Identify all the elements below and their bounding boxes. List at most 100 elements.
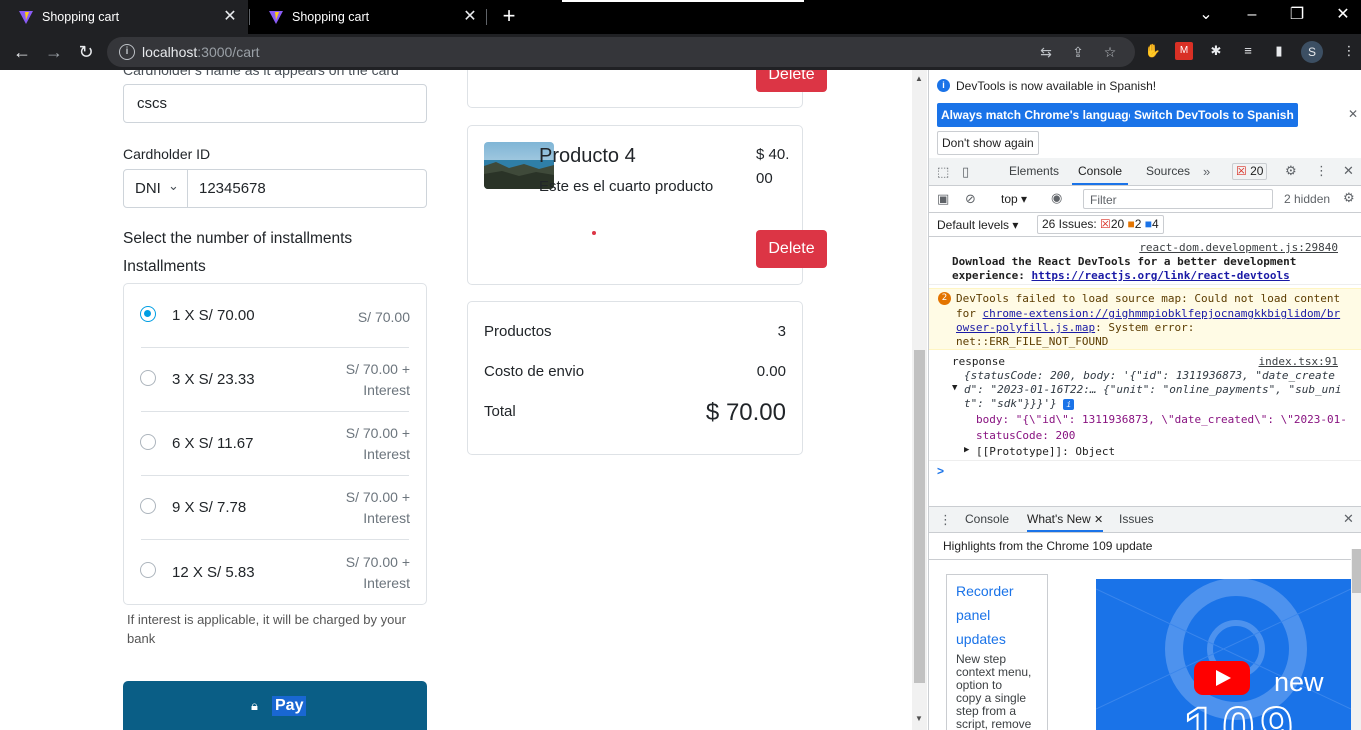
installment-price: S/ 70.00 + Interest [345,554,410,591]
minimize-icon[interactable]: – [1242,5,1262,25]
pay-button[interactable]: 🔒︎ Pay [123,681,427,730]
close-tab-icon[interactable]: ✕ [462,9,478,25]
hidden-count: 2 hidden [1284,192,1331,206]
vite-logo-icon [269,11,283,24]
source-link[interactable]: index.tsx:91 [1259,355,1338,368]
expand-triangle-icon[interactable]: ▶ [964,445,969,455]
radio-button[interactable] [140,370,156,386]
filter-placeholder: Filter [1090,193,1117,207]
extension-m-icon[interactable]: M [1175,42,1193,60]
close-window-icon[interactable]: ✕ [1333,5,1353,25]
bookmark-star-icon[interactable]: ☆ [1102,44,1118,60]
console-filter-input[interactable]: Filter [1083,189,1273,209]
installment-option-9[interactable]: 9 X S/ 7.78 S/ 70.00 + Interest [124,476,426,540]
products-count-label: Productos [484,323,552,340]
tab-shopping-cart-2[interactable]: Shopping cart ✕ [250,0,488,34]
back-icon[interactable]: ← [11,41,33,63]
radio-button[interactable] [140,434,156,450]
drawer-tab-console[interactable]: Console [965,507,1009,532]
url-text[interactable]: localhost:3000/cart [142,44,260,60]
video-version-number: 109 [1183,695,1299,730]
source-link[interactable]: react-dom.development.js:29840 [1139,241,1338,254]
recorder-title[interactable]: Recorder panel updates [956,579,1014,651]
youtube-play-icon[interactable] [1194,661,1250,695]
drawer-scrollbar[interactable] [1351,549,1361,730]
expand-triangle-icon[interactable]: ▼ [952,383,957,393]
chrome-menu-icon[interactable]: ⋮ [1340,42,1358,60]
scrollbar-thumb[interactable] [914,350,925,683]
issues-button[interactable]: 26 Issues: ☒20 ■2 ■4 [1037,215,1164,234]
tab-shopping-cart-1[interactable]: Shopping cart ✕ [0,0,248,34]
media-queue-icon[interactable]: ≡ [1239,42,1257,60]
dont-show-again-button[interactable]: Don't show again [937,131,1039,155]
new-tab-button[interactable]: + [498,5,520,27]
more-tabs-icon[interactable]: » [1203,164,1210,179]
always-match-language-button[interactable]: Always match Chrome's language [937,103,1140,127]
more-options-icon[interactable]: ⋮ [1315,163,1328,179]
settings-gear-icon[interactable]: ⚙ [1285,163,1297,179]
cardholder-name-input[interactable]: cscs [123,84,427,123]
reload-icon[interactable]: ↻ [75,41,97,63]
close-drawer-icon[interactable]: ✕ [1343,511,1354,527]
tab-sources[interactable]: Sources [1146,158,1190,185]
console-settings-icon[interactable]: ⚙ [1343,190,1355,206]
id-number-input[interactable]: 12345678 [199,180,266,197]
installment-price: S/ 70.00 [357,309,410,325]
inspect-element-icon[interactable]: ⬚ [937,164,949,180]
close-tab-icon[interactable]: ✕ [222,9,238,25]
live-expression-eye-icon[interactable]: ◉ [1051,190,1062,206]
restore-icon[interactable]: ❐ [1287,5,1307,25]
shipping-cost-value: 0.00 [756,363,786,380]
close-infobar-icon[interactable]: ✕ [1348,107,1358,121]
whats-new-video-thumbnail[interactable]: new 109 [1096,579,1351,730]
scroll-up-arrow-icon[interactable]: ▲ [915,74,923,83]
side-panel-icon[interactable]: ▮ [1270,42,1288,60]
sourcemap-link[interactable]: chrome-extension://gighmmpiobklfepjocnam… [983,307,1341,320]
drawer-tab-whats-new[interactable]: What's New ✕ [1027,507,1104,532]
extension-hand-icon[interactable]: ✋ [1144,42,1162,60]
forward-icon[interactable]: → [43,41,65,63]
address-bar[interactable]: i localhost:3000/cart ⇆ ⇪ ☆ [107,37,1135,67]
radio-button[interactable] [140,306,156,322]
profile-avatar[interactable]: S [1301,41,1323,63]
share-icon[interactable]: ⇪ [1070,44,1086,60]
vite-logo-icon [19,11,33,24]
installment-option-6[interactable]: 6 X S/ 11.67 S/ 70.00 + Interest [124,412,426,476]
extensions-puzzle-icon[interactable]: ✱ [1207,42,1225,60]
close-tab-icon: ✕ [1093,514,1104,526]
id-type-select[interactable]: DNI ⌄ [124,170,188,207]
radio-button[interactable] [140,562,156,578]
delete-button[interactable]: Delete [756,70,827,92]
default-levels-select[interactable]: Default levels ▾ [937,218,1018,232]
interest-note: If interest is applicable, it will be ch… [127,612,406,646]
page-scrollbar[interactable]: ▲ ▼ [912,70,927,730]
drawer-tab-issues[interactable]: Issues [1119,507,1154,532]
sidebar-toggle-icon[interactable]: ▣ [937,191,949,207]
installment-option-1[interactable]: 1 X S/ 70.00 S/ 70.00 [124,284,426,348]
console-warning: 2 DevTools failed to load source map: Co… [929,288,1361,350]
delete-button[interactable]: Delete [756,230,827,268]
scrollbar-thumb[interactable] [1352,549,1361,593]
recorder-update-card[interactable]: Recorder panel updates New step context … [946,574,1048,730]
scroll-down-arrow-icon[interactable]: ▼ [915,714,923,723]
close-devtools-icon[interactable]: ✕ [1343,163,1354,179]
page-content: Cardholder's name as it appears on the c… [0,70,912,730]
drawer-menu-icon[interactable]: ⋮ [939,512,952,528]
clear-console-icon[interactable]: ⊘ [965,191,976,207]
context-select[interactable]: top ▾ [1001,192,1027,206]
tab-console[interactable]: Console [1072,158,1129,185]
radio-button[interactable] [140,498,156,514]
id-type-value: DNI [135,180,161,197]
device-toolbar-icon[interactable]: ▯ [962,164,969,180]
translate-icon[interactable]: ⇆ [1038,44,1054,60]
product-price: $ 40.00 [756,146,790,187]
console-prompt[interactable]: > [929,462,1361,482]
installment-option-12[interactable]: 12 X S/ 5.83 S/ 70.00 + Interest [124,540,426,604]
installment-option-3[interactable]: 3 X S/ 23.33 S/ 70.00 + Interest [124,348,426,412]
switch-to-spanish-button[interactable]: Switch DevTools to Spanish [1130,103,1298,127]
error-count-badge[interactable]: ☒ 20 [1232,163,1268,180]
site-info-icon[interactable]: i [119,44,135,60]
tab-elements[interactable]: Elements [1009,158,1059,185]
tab-search-icon[interactable]: ⌄ [1196,5,1216,25]
shipping-cost-label: Costo de envio [484,363,585,380]
